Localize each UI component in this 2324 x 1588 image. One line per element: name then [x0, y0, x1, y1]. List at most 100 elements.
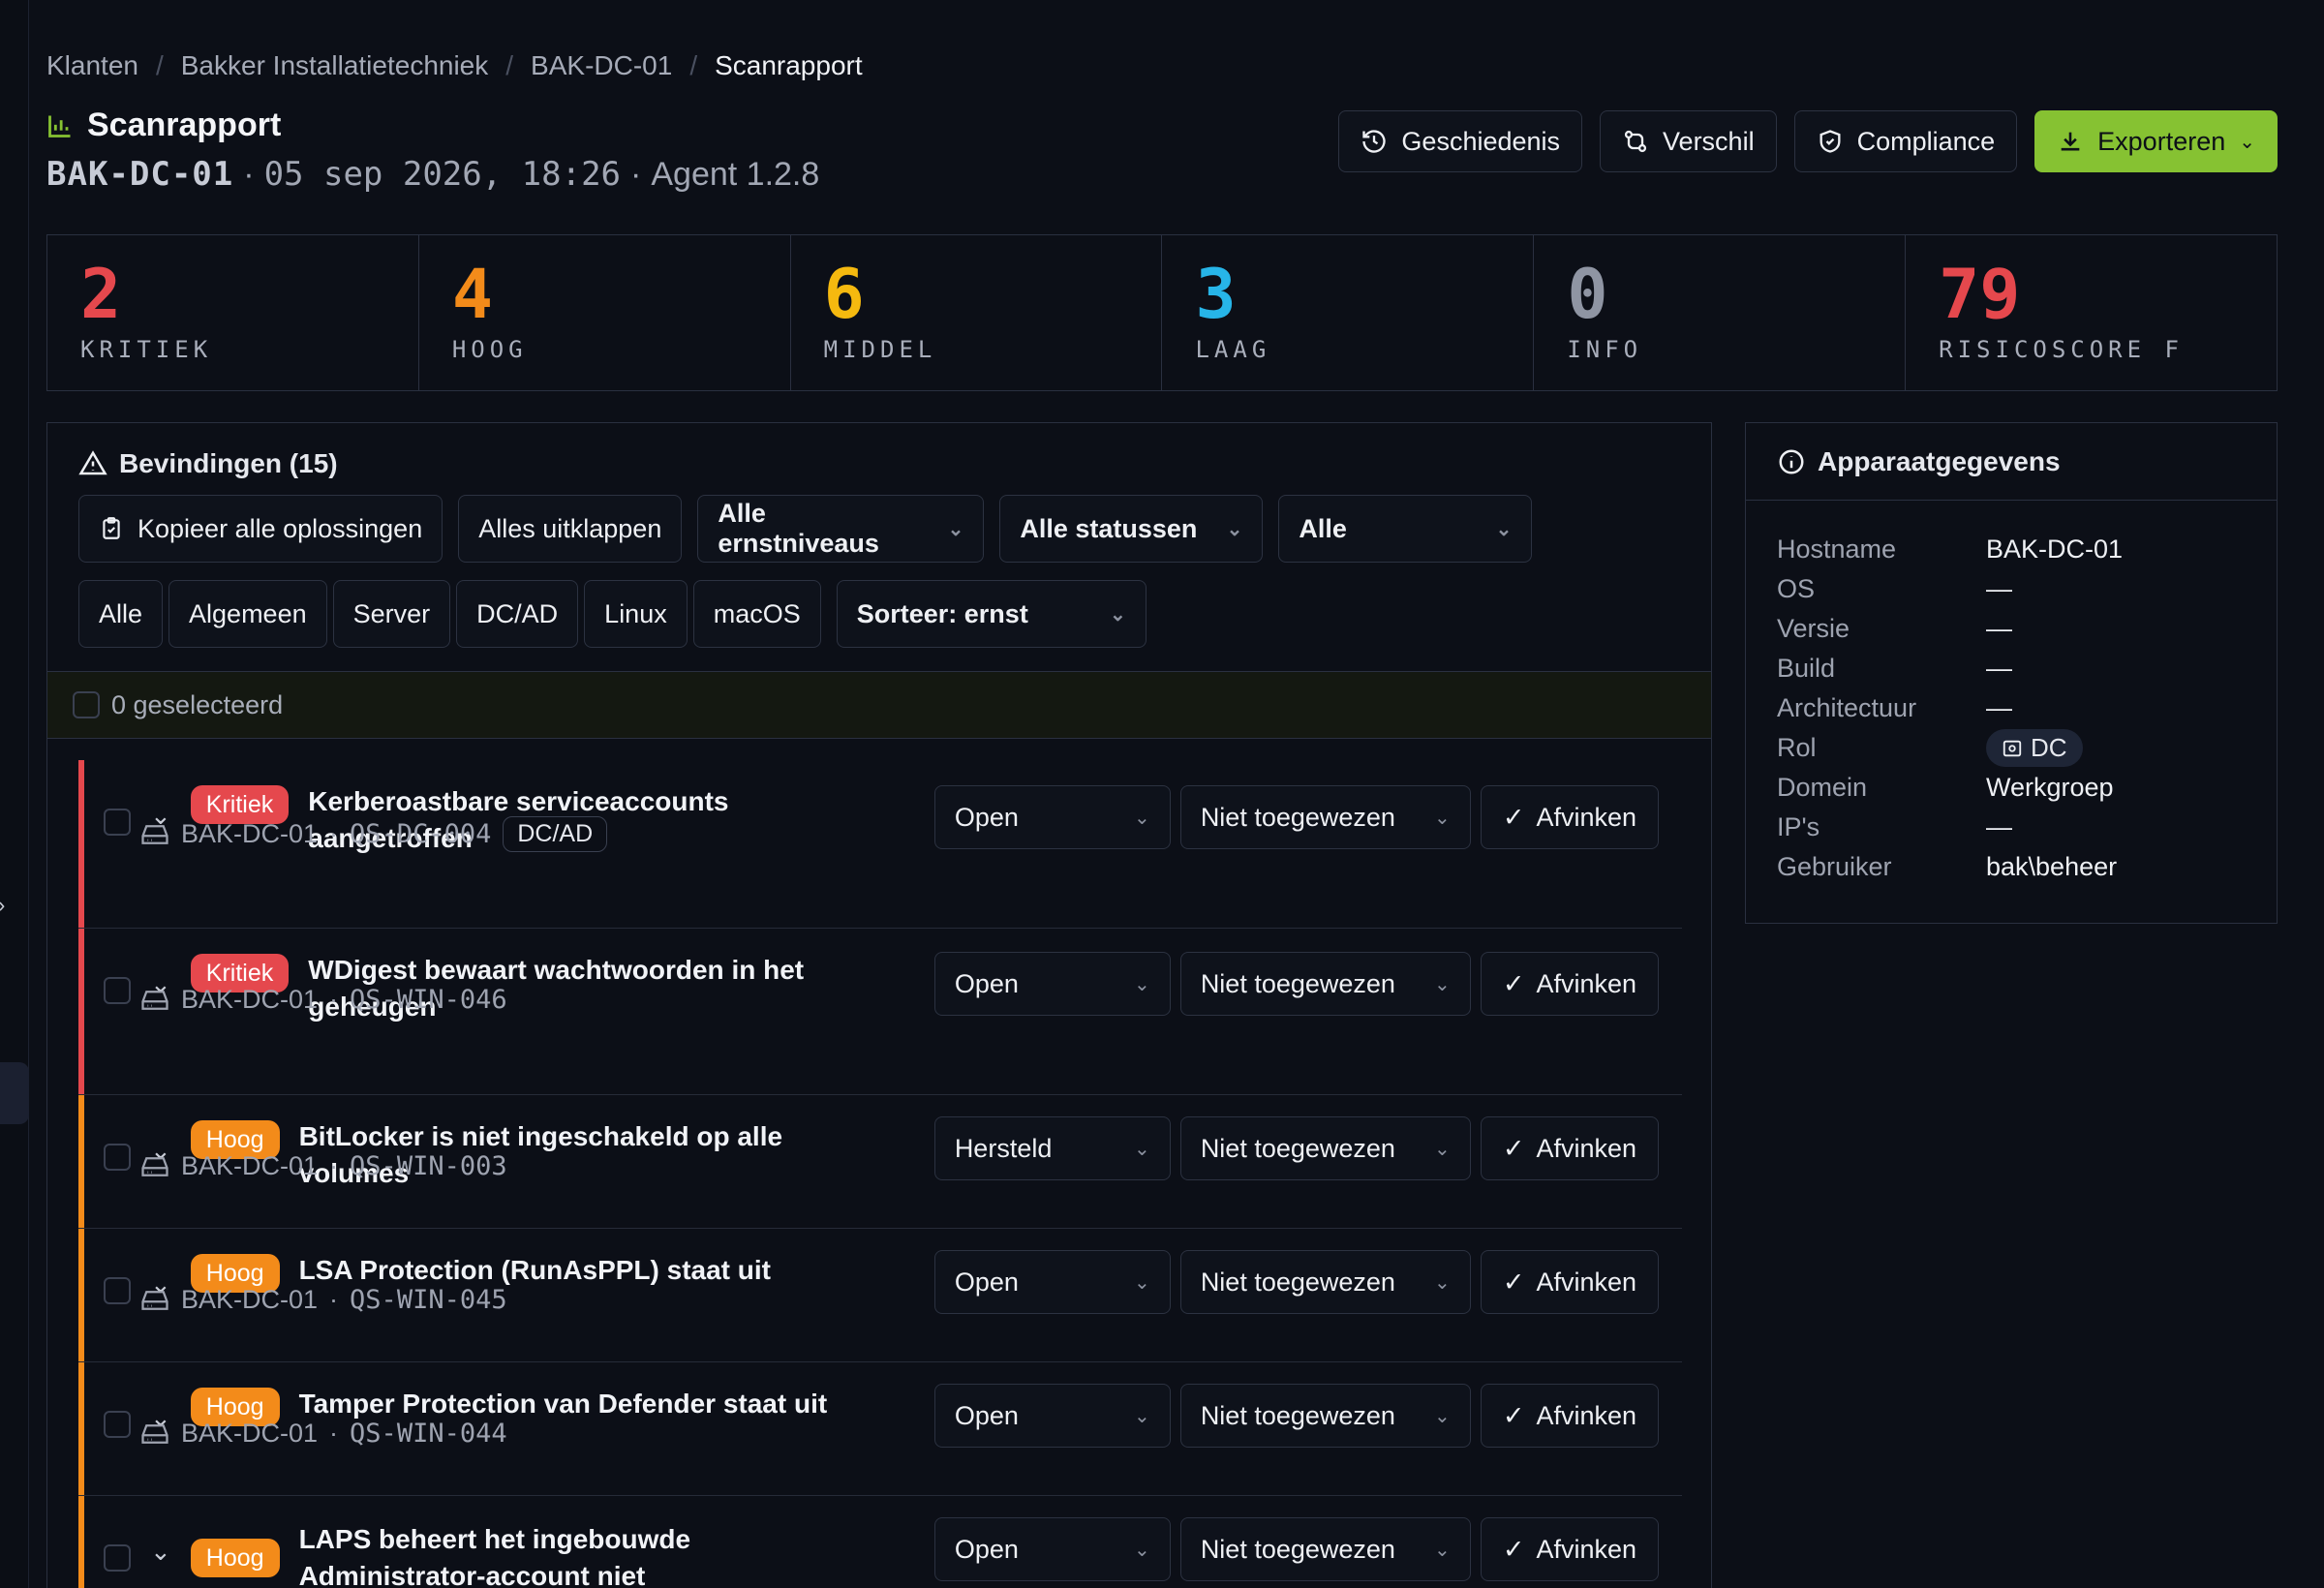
- agent-version: Agent 1.2.8: [651, 155, 820, 193]
- finding-checkbox[interactable]: [104, 1277, 131, 1304]
- severity-filter-select[interactable]: Alle ernstniveaus ⌄: [697, 495, 985, 563]
- category-filter-2[interactable]: Server: [332, 580, 451, 648]
- finding-status-select[interactable]: Hersteld ⌄: [933, 1116, 1171, 1180]
- finding-row[interactable]: ⌄ Hoog LAPS beheert het ingebouwde Adminis…: [78, 1496, 1682, 1588]
- check-off-button[interactable]: ✓ Afvinken: [1480, 1116, 1659, 1180]
- export-button[interactable]: Exporteren ⌄: [2034, 110, 2278, 172]
- finding-status-select[interactable]: Open ⌄: [933, 952, 1171, 1016]
- finding-row[interactable]: ⌄ Hoog Tamper Protection van Defender staa…: [78, 1362, 1682, 1496]
- hard-drive-icon: [141, 1423, 168, 1444]
- device-detail-row: Rol DC: [1777, 728, 2246, 768]
- breadcrumb-separator: /: [689, 50, 698, 80]
- check-off-button[interactable]: ✓ Afvinken: [1480, 785, 1659, 849]
- finding-checkbox[interactable]: [104, 977, 131, 1004]
- check-off-button[interactable]: ✓ Afvinken: [1480, 952, 1659, 1016]
- check-off-button[interactable]: ✓ Afvinken: [1480, 1384, 1659, 1448]
- finding-status-select[interactable]: Open ⌄: [933, 1250, 1171, 1314]
- page-title-text: Scanrapport: [87, 107, 282, 143]
- finding-assignee-select[interactable]: Niet toegewezen ⌄: [1179, 1250, 1471, 1314]
- device-detail-value: Werkgroep: [1986, 773, 2114, 802]
- breadcrumb-customer[interactable]: Bakker Installatietechniek: [181, 50, 489, 81]
- stat-value: 2: [80, 255, 122, 334]
- sidebar-active-item[interactable]: [0, 1062, 29, 1124]
- device-detail-value: —: [1986, 812, 2012, 841]
- status-filter-value: Alle statussen: [1020, 513, 1198, 543]
- finding-checkbox[interactable]: [104, 1144, 131, 1171]
- check-off-button[interactable]: ✓ Afvinken: [1480, 1517, 1659, 1581]
- finding-status-select[interactable]: Open ⌄: [933, 1384, 1171, 1448]
- category-filter-3[interactable]: DC/AD: [456, 580, 579, 648]
- finding-id: QS-WIN-046: [350, 985, 507, 1015]
- finding-row[interactable]: ⌄ Kritiek WDigest bewaart wachtwoorden in …: [78, 929, 1682, 1095]
- check-off-label: Afvinken: [1536, 1400, 1636, 1430]
- sidebar-expand-icon[interactable]: ›: [0, 893, 5, 918]
- stat-card: 3 LAAG: [1162, 235, 1535, 390]
- page-title: Scanrapport: [46, 107, 281, 144]
- header-actions: Geschiedenis Verschil Compliance Exporte…: [1338, 110, 2278, 172]
- finding-assignee-select[interactable]: Niet toegewezen ⌄: [1179, 1116, 1471, 1180]
- chevron-down-icon: ⌄: [1134, 973, 1150, 995]
- select-all-checkbox[interactable]: [73, 691, 100, 718]
- device-detail-row: Build —: [1777, 649, 2246, 688]
- finding-host: BAK-DC-01: [181, 1419, 319, 1448]
- finding-row[interactable]: ⌄ Hoog LSA Protection (RunAsPPL) staat uit…: [78, 1229, 1682, 1362]
- category-filter-label: Linux: [604, 598, 667, 628]
- severity-stripe: [78, 1229, 84, 1361]
- device-detail-value: —: [1986, 614, 2012, 643]
- check-icon: ✓: [1502, 968, 1525, 998]
- finding-assignee-select[interactable]: Niet toegewezen ⌄: [1179, 785, 1471, 849]
- finding-row[interactable]: ⌄ Hoog BitLocker is niet ingeschakeld op a…: [78, 1095, 1682, 1229]
- stat-value: 6: [823, 255, 865, 334]
- finding-status-select[interactable]: Open ⌄: [933, 785, 1171, 849]
- finding-title[interactable]: LAPS beheert het ingebouwde Administrato…: [299, 1521, 841, 1588]
- chevron-down-icon: ⌄: [1434, 1405, 1451, 1427]
- compliance-button[interactable]: Compliance: [1793, 110, 2018, 172]
- device-detail-key: Build: [1777, 654, 1836, 683]
- finding-checkbox[interactable]: [104, 1411, 131, 1438]
- history-icon: [1362, 130, 1387, 153]
- diff-button[interactable]: Verschil: [1600, 110, 1777, 172]
- finding-assignee-select[interactable]: Niet toegewezen ⌄: [1179, 952, 1471, 1016]
- other-filter-select[interactable]: Alle ⌄: [1278, 495, 1533, 563]
- download-icon: [2061, 132, 2080, 151]
- copy-all-solutions-button[interactable]: Kopieer alle oplossingen: [78, 495, 443, 563]
- server-icon: [2003, 740, 2022, 756]
- finding-status-select[interactable]: Open ⌄: [933, 1517, 1171, 1581]
- history-button[interactable]: Geschiedenis: [1338, 110, 1583, 172]
- finding-title[interactable]: Tamper Protection van Defender staat uit: [299, 1386, 841, 1422]
- finding-title[interactable]: LSA Protection (RunAsPPL) staat uit: [299, 1252, 841, 1289]
- breadcrumb-device[interactable]: BAK-DC-01: [531, 50, 672, 81]
- device-detail-row: Domein Werkgroep: [1777, 768, 2246, 808]
- finding-checkbox[interactable]: [104, 1544, 131, 1572]
- category-filter-4[interactable]: Linux: [584, 580, 688, 648]
- category-filter-5[interactable]: macOS: [692, 580, 821, 648]
- device-detail-key: IP's: [1777, 812, 1820, 841]
- status-filter-select[interactable]: Alle statussen ⌄: [999, 495, 1264, 563]
- device-detail-value: —: [1986, 574, 2012, 603]
- stat-label: RISICOSCORE F: [1939, 336, 2184, 363]
- check-icon: ✓: [1502, 1534, 1525, 1564]
- stat-label: HOOG: [451, 336, 528, 363]
- scan-host: BAK-DC-01: [46, 155, 234, 194]
- severity-stripe: [78, 760, 84, 928]
- category-filter-1[interactable]: Algemeen: [168, 580, 327, 648]
- meta-separator: ·: [329, 819, 339, 848]
- chevron-down-icon[interactable]: ⌄: [150, 1537, 171, 1567]
- meta-separator: ·: [329, 1151, 339, 1180]
- stat-value: 3: [1195, 255, 1237, 334]
- sort-value: Sorteer: ernst: [856, 598, 1028, 628]
- category-filter-0[interactable]: Alle: [78, 580, 164, 648]
- finding-checkbox[interactable]: [104, 809, 131, 836]
- finding-row[interactable]: ⌄ Kritiek Kerberoastbare serviceaccounts a…: [78, 760, 1682, 929]
- breadcrumb-klanten[interactable]: Klanten: [46, 50, 138, 81]
- sort-select[interactable]: Sorteer: ernst ⌄: [836, 580, 1147, 648]
- device-details-list: Hostname BAK-DC-01 OS — Versie — Build — Archite…: [1746, 501, 2277, 887]
- expand-all-button[interactable]: Alles uitklappen: [458, 495, 683, 563]
- check-off-button[interactable]: ✓ Afvinken: [1480, 1250, 1659, 1314]
- device-detail-row: OS —: [1777, 569, 2246, 609]
- finding-assignee-select[interactable]: Niet toegewezen ⌄: [1179, 1384, 1471, 1448]
- finding-assignee-select[interactable]: Niet toegewezen ⌄: [1179, 1517, 1471, 1581]
- device-detail-value: bak\beheer: [1986, 852, 2118, 881]
- device-detail-row: Gebruiker bak\beheer: [1777, 847, 2246, 887]
- stat-card: 4 HOOG: [419, 235, 791, 390]
